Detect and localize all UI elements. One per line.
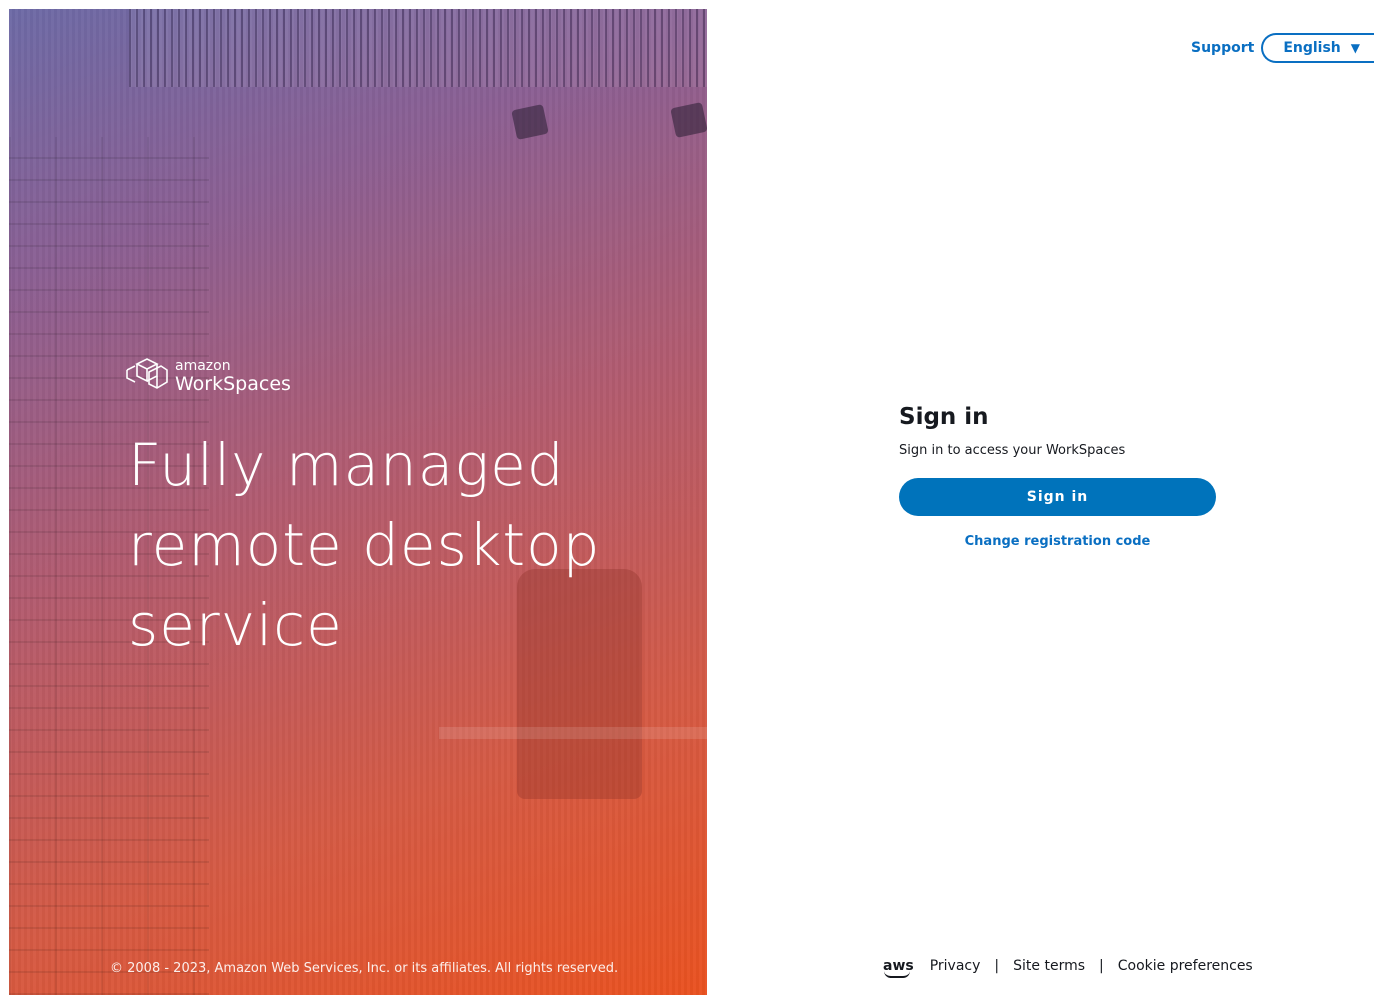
hero-lamp-decoration [670, 102, 707, 138]
brand-workspaces-text: WorkSpaces [175, 372, 291, 395]
copyright-text: © 2008 - 2023, Amazon Web Services, Inc.… [110, 961, 619, 976]
signin-button[interactable]: Sign in [899, 478, 1216, 516]
hero-headline-line: Fully managed [128, 431, 565, 499]
signin-subtitle: Sign in to access your WorkSpaces [899, 443, 1126, 458]
signin-section: Sign in Sign in to access your WorkSpace… [899, 404, 1216, 549]
change-registration-code-link[interactable]: Change registration code [899, 534, 1216, 549]
footer-separator: | [994, 958, 1000, 974]
hero-headline: Fully managed remote desktop service [128, 425, 688, 665]
brand-amazon-text: amazon [175, 357, 231, 374]
language-dropdown[interactable]: English ▼ [1261, 33, 1374, 63]
hero-desk-decoration [439, 727, 707, 739]
top-links: Support English ▼ [1191, 33, 1374, 63]
signin-title: Sign in [899, 404, 989, 430]
support-link[interactable]: Support [1191, 40, 1254, 56]
language-label: English [1283, 40, 1341, 56]
hero-headline-line: service [128, 591, 343, 659]
cookie-preferences-link[interactable]: Cookie preferences [1118, 958, 1253, 974]
hero-headline-line: remote desktop [128, 511, 601, 579]
footer: aws Privacy | Site terms | Cookie prefer… [883, 958, 1253, 978]
hero-panel: amazon WorkSpaces Fully managed remote d… [9, 9, 707, 995]
aws-logo: aws [883, 958, 914, 978]
site-terms-link[interactable]: Site terms [1013, 958, 1085, 974]
hero-ceiling-decoration [129, 9, 707, 87]
privacy-link[interactable]: Privacy [930, 958, 981, 974]
footer-separator: | [1099, 958, 1104, 974]
caret-down-icon: ▼ [1350, 41, 1360, 55]
workspaces-cube-icon [123, 354, 169, 398]
workspaces-logo: amazon WorkSpaces [123, 354, 291, 398]
